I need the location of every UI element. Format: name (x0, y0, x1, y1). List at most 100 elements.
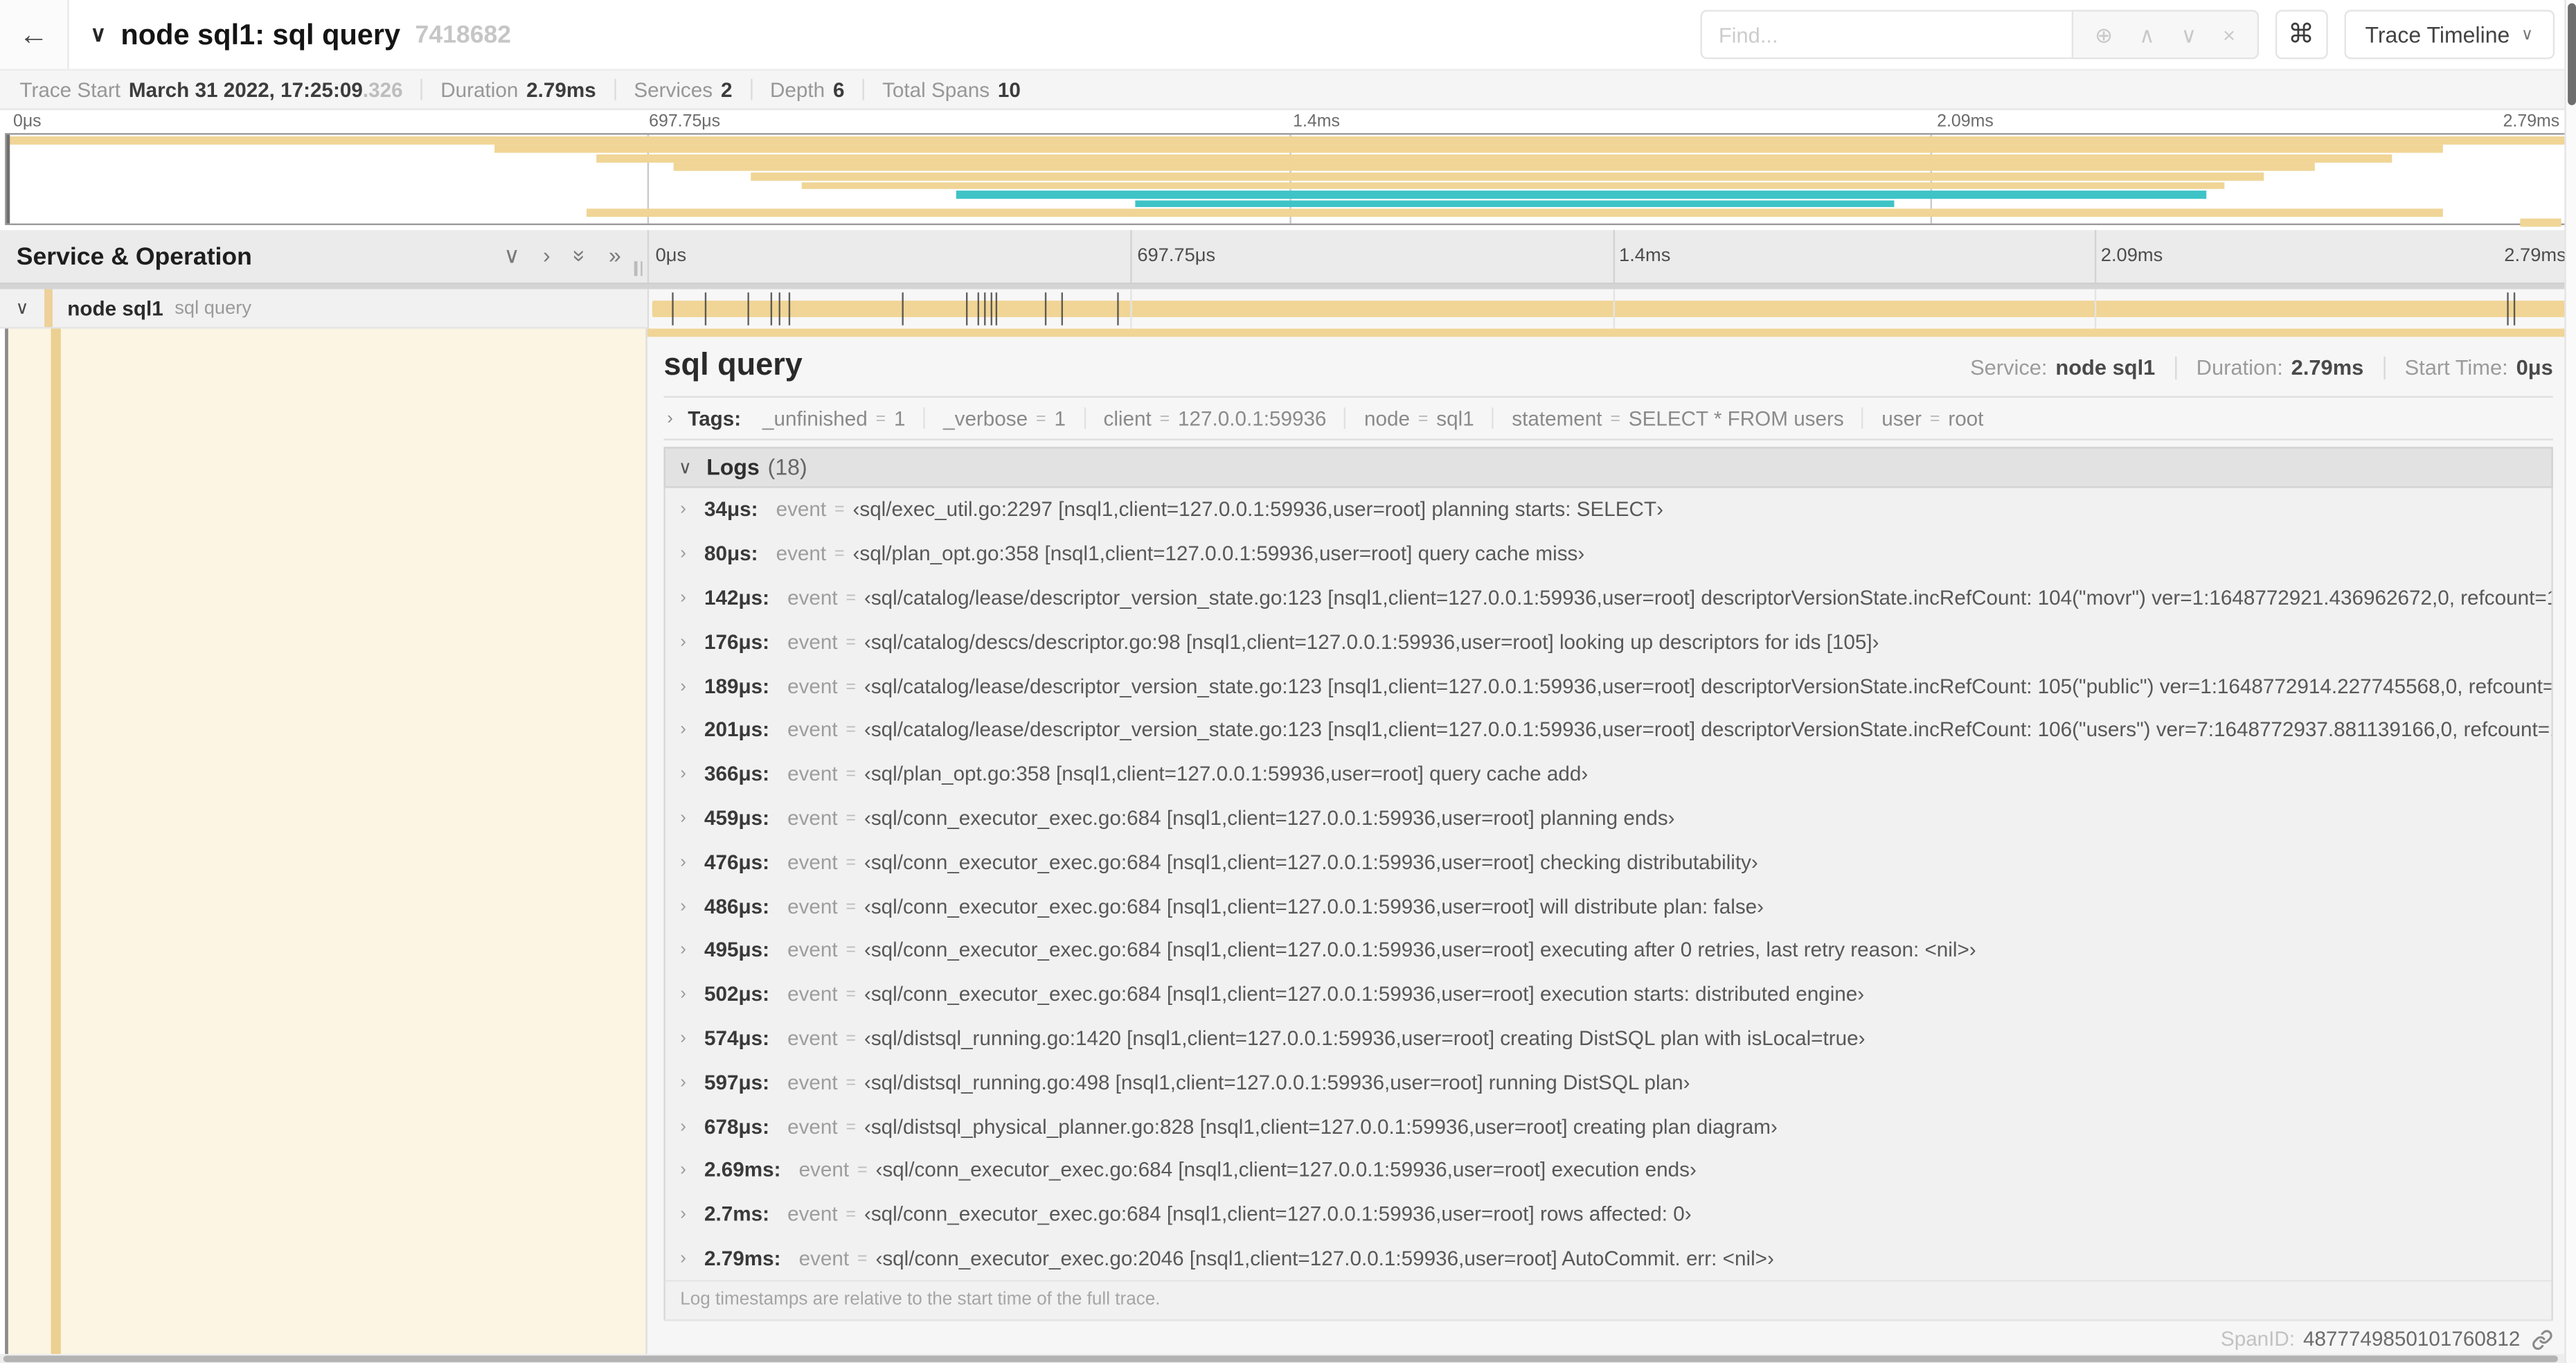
log-row[interactable]: › 176μs: event = ‹sql/catalog/descs/descript… (665, 620, 2552, 664)
log-row[interactable]: › 486μs: event = ‹sql/conn_executor_exec.go:… (665, 884, 2552, 929)
horizontal-scrollbar[interactable] (0, 1353, 2565, 1363)
span-meta: Service: node sql1 Duration: 2.79ms Start Ti… (1970, 355, 2553, 380)
log-row[interactable]: › 476μs: event = ‹sql/conn_executor_exec.go:… (665, 840, 2552, 884)
tags-accordion-header[interactable]: › Tags: _unfinished = 1 _verbose = 1 client = 12… (663, 398, 2553, 440)
column-resize-grip[interactable] (634, 261, 643, 276)
keyboard-shortcuts-button[interactable]: ⌘ (2274, 10, 2327, 60)
info-label: Trace Start (19, 78, 121, 101)
log-field-value: ‹sql/conn_executor_exec.go:684 [nsql1,cl… (864, 1202, 1692, 1227)
log-row[interactable]: › 678μs: event = ‹sql/distsql_physical_plann… (665, 1105, 2552, 1149)
tag-equals: = (1929, 408, 1940, 429)
log-row[interactable]: › 459μs: event = ‹sql/conn_executor_exec.go:… (665, 796, 2552, 841)
log-field-value: ‹sql/conn_executor_exec.go:684 [nsql1,cl… (875, 1159, 1697, 1182)
minimap-span-bar (955, 190, 2207, 199)
tag-key: user (1881, 407, 1922, 430)
log-row[interactable]: › 34μs: event = ‹sql/exec_util.go:2297 [nsql… (665, 488, 2552, 533)
clear-search-icon[interactable]: × (2210, 24, 2248, 45)
log-row[interactable]: › 574μs: event = ‹sql/distsql_running.go:142… (665, 1017, 2552, 1061)
deep-link-icon[interactable] (2532, 1328, 2553, 1350)
tag-separator (1084, 407, 1086, 429)
log-timestamp: 2.79ms: (704, 1247, 781, 1270)
chevron-right-icon: › (667, 408, 673, 429)
info-label: Services (634, 78, 713, 101)
log-row[interactable]: › 597μs: event = ‹sql/distsql_running.go:498… (665, 1060, 2552, 1105)
log-row[interactable]: › 2.79ms: event = ‹sql/conn_executor_exec.go… (665, 1236, 2552, 1281)
log-event-tick (672, 292, 674, 326)
span-timeline-cell[interactable] (647, 289, 2576, 329)
trace-id: 7418682 (415, 20, 512, 48)
log-field-name: event (776, 542, 827, 566)
tag-value: 1 (1054, 407, 1066, 430)
timeline-gridline (2094, 289, 2096, 329)
log-timestamp: 201μs: (704, 718, 770, 742)
find-input[interactable] (1700, 10, 2072, 60)
log-row[interactable]: › 201μs: event = ‹sql/catalog/lease/descript… (665, 708, 2551, 752)
span-detail-left-column (0, 328, 647, 1363)
tag-key: _unfinished (762, 407, 868, 430)
log-row[interactable]: › 80μs: event = ‹sql/plan_opt.go:358 [nsql1,… (665, 532, 2552, 576)
log-row[interactable]: › 189μs: event = ‹sql/catalog/lease/descript… (665, 664, 2551, 709)
next-match-icon[interactable]: ∨ (2168, 24, 2210, 45)
trace-view-select[interactable]: Trace Timeline ∨ (2343, 10, 2555, 60)
rows-divider (0, 284, 2576, 289)
log-timestamp: 34μs: (704, 498, 758, 522)
chevron-right-icon: › (680, 1248, 686, 1269)
chevron-right-icon: › (680, 896, 686, 916)
log-row[interactable]: › 495μs: event = ‹sql/conn_executor_exec.go:… (665, 928, 2552, 972)
trace-collapse-chevron-icon[interactable]: ∨ (90, 21, 106, 48)
chevron-right-icon: › (680, 632, 686, 652)
expand-one-icon[interactable]: › (543, 245, 551, 267)
log-event-tick (2514, 292, 2516, 326)
chevron-right-icon: › (680, 1204, 686, 1224)
log-row[interactable]: › 2.7ms: event = ‹sql/conn_executor_exec.go:… (665, 1193, 2552, 1237)
logs-relative-time-note: Log timestamps are relative to the start… (665, 1280, 2552, 1320)
previous-match-icon[interactable]: ∧ (2126, 24, 2168, 45)
span-collapse-chevron-icon[interactable]: ∨ (0, 297, 44, 319)
meta-value: 0μs (2516, 355, 2553, 380)
collapse-one-icon[interactable]: ∨ (503, 245, 519, 267)
header-actions: ⊕∧∨× ⌘ Trace Timeline ∨ (1700, 0, 2576, 69)
detail-left-border (5, 328, 8, 1363)
horizontal-scrollbar-thumb[interactable] (3, 1355, 2558, 1362)
span-row[interactable]: ∨ node sql1 sql query (0, 289, 2576, 329)
vertical-scrollbar-thumb[interactable] (2568, 3, 2576, 105)
scroll-to-match-icon[interactable]: ⊕ (2082, 24, 2126, 45)
info-label: Duration (440, 78, 519, 101)
log-row[interactable]: › 366μs: event = ‹sql/plan_opt.go:358 [nsql1… (665, 752, 2552, 796)
log-timestamp: 142μs: (704, 586, 770, 610)
chevron-right-icon: › (680, 1116, 686, 1137)
collapse-all-icon[interactable]: » (568, 250, 593, 262)
chevron-right-icon: › (680, 940, 686, 961)
trace-title: node sql1: sql query (120, 17, 401, 51)
info-value: 10 (997, 78, 1021, 101)
minimap-span-bar (673, 163, 2315, 172)
tag-key: node (1364, 407, 1411, 430)
minimap-scrubber-left[interactable] (6, 134, 10, 224)
back-button[interactable]: ← (0, 0, 69, 69)
ruler-gridline (2094, 230, 2096, 283)
tag-equals: = (1159, 408, 1170, 429)
log-event-tick (1117, 292, 1119, 326)
minimap-tick-label: 697.75μs (649, 112, 721, 132)
expand-all-icon[interactable]: » (609, 245, 621, 267)
log-field-name: event (798, 1247, 850, 1270)
log-timestamp: 80μs: (704, 542, 758, 566)
logs-accordion-header[interactable]: ∨ Logs (18) (663, 447, 2553, 488)
log-row[interactable]: › 2.69ms: event = ‹sql/conn_executor_exec.go… (665, 1148, 2552, 1193)
info-value: 2.79ms (526, 78, 596, 101)
log-timestamp: 597μs: (704, 1071, 770, 1094)
minimap-canvas[interactable] (5, 133, 2573, 226)
ruler-tick-label: 1.4ms (1619, 246, 1671, 267)
log-field-value: ‹sql/plan_opt.go:358 [nsql1,client=127.0… (864, 763, 1589, 786)
service-color-bar (44, 289, 53, 328)
log-timestamp: 574μs: (704, 1026, 770, 1050)
log-row[interactable]: › 142μs: event = ‹sql/catalog/lease/descript… (665, 576, 2551, 621)
detail-body: sql query Service: node sql1 Duration: 2.79… (647, 348, 2576, 1322)
log-row[interactable]: › 502μs: event = ‹sql/conn_executor_exec.go:… (665, 972, 2552, 1017)
log-event-tick (977, 292, 980, 326)
tag-separator (1344, 407, 1346, 429)
ruler-tick-label: 2.79ms (2504, 246, 2566, 267)
vertical-scrollbar[interactable] (2564, 0, 2576, 1363)
meta-separator (2383, 355, 2386, 379)
log-equals: = (846, 676, 857, 696)
